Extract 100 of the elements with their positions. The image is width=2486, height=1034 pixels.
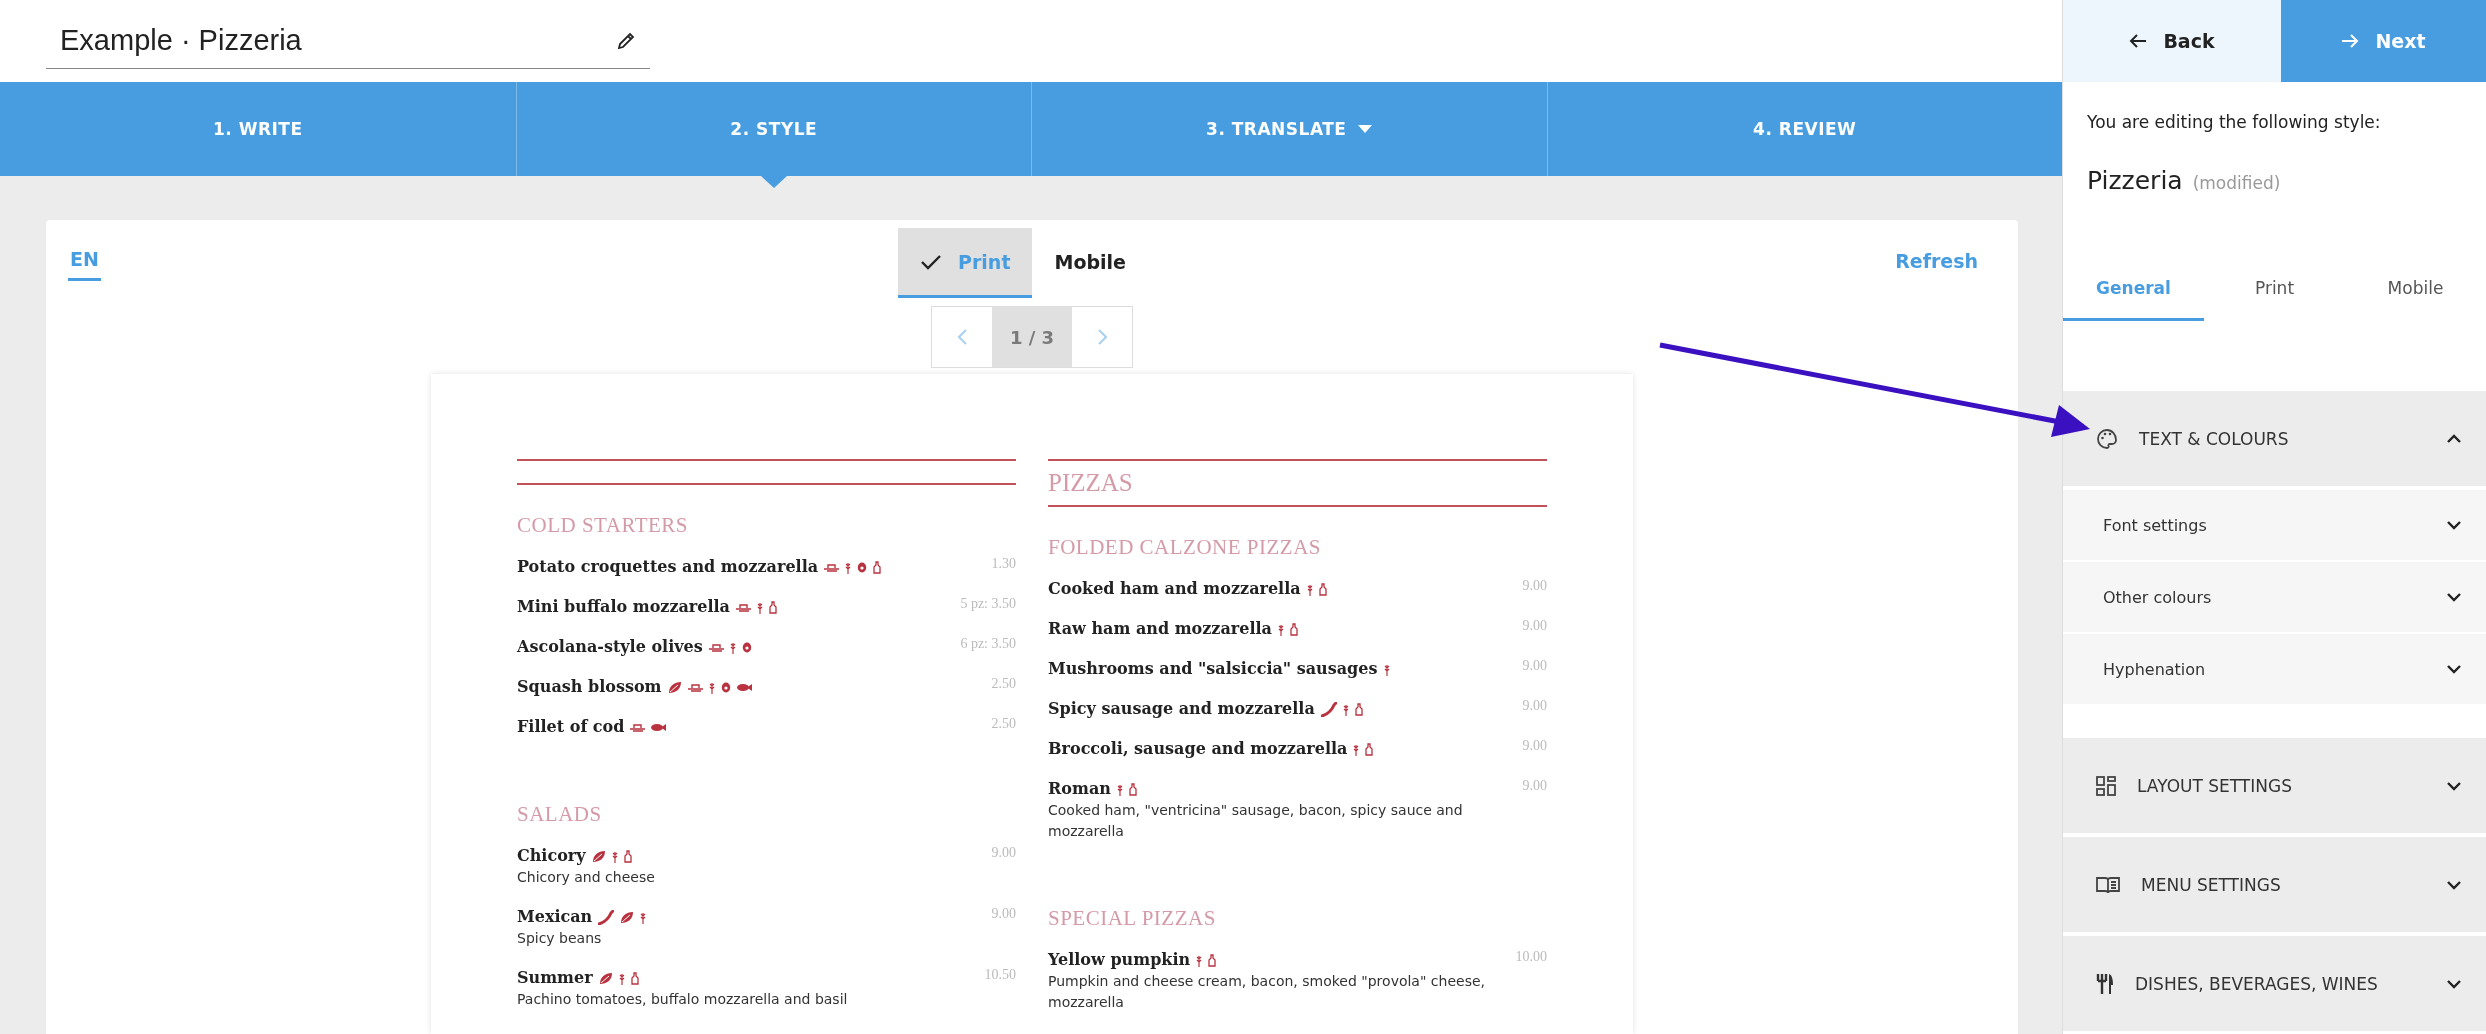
wheat-icon: [757, 600, 763, 614]
menu-section-heading: SPECIAL PIZZAS: [1048, 906, 1217, 931]
bottle-icon: [1289, 622, 1298, 636]
chevron-up-icon: [2446, 433, 2462, 444]
chili-pepper-icon: [598, 909, 615, 925]
chevron-down-icon: [2446, 978, 2462, 989]
dish-name: Spicy sausage and mozzarella: [1048, 698, 1315, 720]
dish-price: 9.00: [1522, 658, 1547, 675]
menu-section-heading: COLD STARTERS: [517, 513, 689, 538]
arrow-right-icon: [2341, 33, 2360, 49]
plate-icon: [630, 722, 646, 732]
plate-icon: [736, 602, 751, 612]
wheat-icon: [1383, 662, 1390, 676]
bottle-icon: [1365, 742, 1374, 756]
open-book-icon: [2095, 874, 2121, 895]
bottle-icon: [1128, 782, 1137, 796]
dish-name: Summer: [517, 967, 593, 989]
dish-price: 9.00: [1522, 578, 1547, 595]
dish-description: Pumpkin and cheese cream, bacon, smoked "provola" cheese, mozzarella: [1048, 972, 1486, 1012]
style-status: (modified): [2192, 173, 2281, 193]
page-number: 1 / 3: [992, 307, 1072, 367]
wheat-icon: [611, 849, 618, 863]
plate-icon: [708, 642, 724, 652]
dish-name: Cooked ham and mozzarella: [1048, 578, 1301, 600]
bottle-icon: [630, 971, 639, 985]
dish-description: Chicory and cheese: [517, 868, 655, 887]
palette-icon: [2095, 426, 2119, 451]
dish-name: Broccoli, sausage and mozzarella: [1048, 738, 1348, 760]
wheat-icon: [708, 680, 715, 694]
wheat-icon: [618, 971, 625, 985]
dish-name: Yellow pumpkin: [1048, 949, 1191, 971]
cutlery-icon: [2095, 971, 2115, 996]
settings-section-header[interactable]: DISHES, BEVERAGES, WINES: [2063, 936, 2486, 1031]
dish-price: 10.00: [1515, 949, 1547, 966]
wheat-icon: [640, 910, 647, 924]
bottle-icon: [873, 560, 882, 574]
dish-price: 9.00: [1522, 738, 1547, 755]
wheat-icon: [845, 560, 852, 574]
dish-name: Mushrooms and "salsiccia" sausages: [1048, 658, 1378, 680]
dish-name: Fillet of cod: [517, 716, 625, 738]
grid-layout-icon: [2095, 774, 2117, 797]
dish-price: 9.00: [1522, 698, 1547, 715]
dish-description: Pachino tomatoes, buffalo mozzarella and basil: [517, 990, 848, 1009]
wheat-icon: [729, 640, 736, 654]
egg-icon: [857, 561, 868, 573]
chevron-down-icon: [2446, 592, 2462, 602]
wheat-icon: [1342, 702, 1349, 716]
bottle-icon: [623, 849, 632, 863]
dish-name: Squash blossom: [517, 676, 662, 698]
dish-description: Cooked ham, "ventricina" sausage, bacon, spicy sauce and mozzarella: [1048, 801, 1464, 841]
dish-price: 6 pz: 3.50: [960, 636, 1016, 653]
back-button[interactable]: Back: [2063, 0, 2281, 82]
bottle-icon: [1354, 702, 1363, 716]
chevron-left-icon: [957, 329, 967, 345]
wheat-icon: [1116, 782, 1123, 796]
wheat-icon: [1196, 953, 1203, 967]
chevron-down-icon: [2446, 780, 2462, 791]
wheat-icon: [1277, 622, 1284, 636]
chevron-right-icon: [1097, 329, 1107, 345]
menu-section-heading: FOLDED CALZONE PIZZAS: [1048, 535, 1322, 560]
dish-price: 9.00: [991, 906, 1016, 923]
dish-name: Mini buffalo mozzarella: [517, 596, 730, 618]
settings-subsection[interactable]: Hyphenation: [2063, 634, 2486, 704]
settings-section-header[interactable]: TEXT & COLOURS: [2063, 391, 2486, 486]
chili-pepper-icon: [1320, 701, 1337, 717]
chevron-down-icon: [2446, 879, 2462, 890]
check-icon: [920, 253, 943, 270]
dish-name: Raw ham and mozzarella: [1048, 618, 1272, 640]
editing-style-caption: You are editing the following style:: [2086, 111, 2382, 132]
settings-subsection[interactable]: Other colours: [2063, 562, 2486, 632]
wheat-icon: [1353, 742, 1360, 756]
dish-price: 10.50: [984, 967, 1016, 984]
project-title-field[interactable]: Example · Pizzeria: [46, 13, 650, 69]
dish-name: Chicory: [517, 845, 586, 867]
leaf-icon: [591, 849, 606, 863]
leaf-icon: [620, 910, 635, 924]
wheat-icon: [1306, 582, 1313, 596]
dish-price: 2.50: [991, 676, 1016, 693]
fish-icon: [651, 722, 667, 732]
dish-price: 9.00: [1522, 778, 1547, 795]
bottle-icon: [769, 600, 777, 614]
menu-section-heading: SALADS: [517, 802, 603, 827]
bottle-icon: [1208, 953, 1217, 967]
plate-icon: [687, 682, 703, 692]
settings-subsection[interactable]: Font settings: [2063, 490, 2486, 560]
dish-name: Roman: [1048, 778, 1111, 800]
chevron-down-icon: [2446, 664, 2462, 674]
fish-icon: [736, 682, 752, 692]
dish-description: Spicy beans: [517, 929, 603, 948]
dish-price: 9.00: [1522, 618, 1547, 635]
settings-section-header[interactable]: LAYOUT SETTINGS: [2063, 738, 2486, 833]
menu-title: PIZZAS: [1048, 468, 1134, 498]
dish-name: Ascolana-style olives: [517, 636, 703, 658]
dish-price: 9.00: [991, 845, 1016, 862]
dish-name: Potato croquettes and mozzarella: [517, 556, 819, 578]
egg-icon: [720, 681, 731, 693]
settings-section-header[interactable]: MENU SETTINGS: [2063, 837, 2486, 932]
dish-price: 1.30: [991, 556, 1016, 573]
pencil-icon[interactable]: [616, 30, 636, 51]
leaf-icon: [598, 971, 613, 985]
